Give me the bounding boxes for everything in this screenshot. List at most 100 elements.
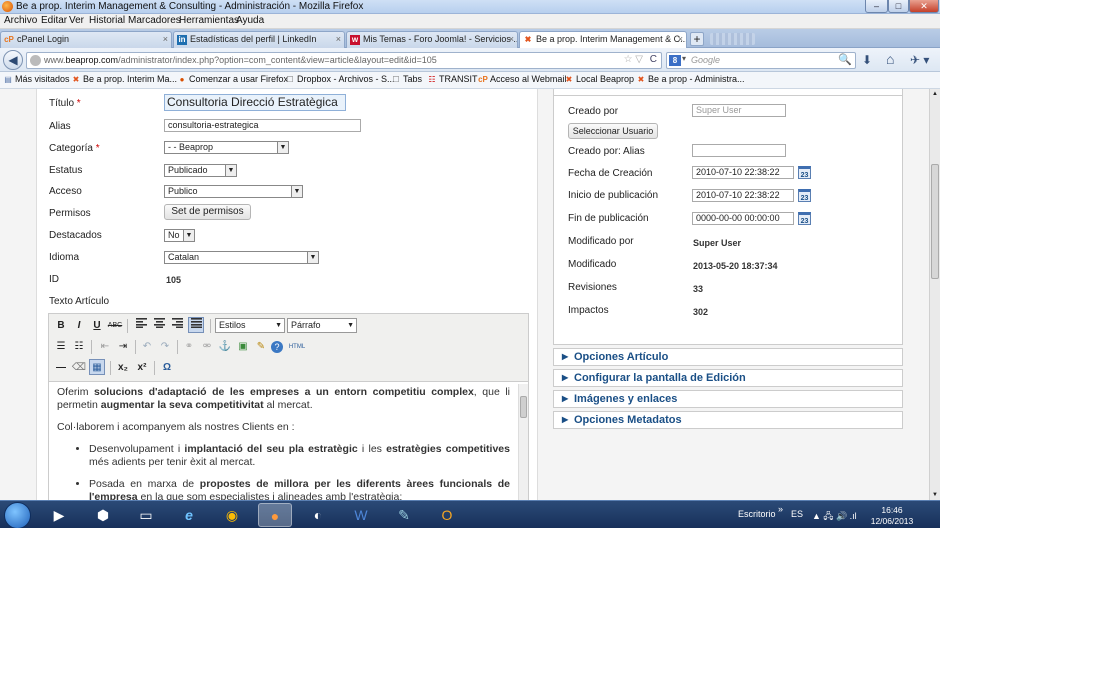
reload-icon[interactable]: C bbox=[650, 54, 657, 65]
google-icon[interactable]: 8 bbox=[669, 55, 681, 66]
word-taskbar-icon[interactable]: W bbox=[344, 503, 378, 527]
alias-input[interactable]: consultoria-estrategica bbox=[164, 119, 361, 132]
search-engine-dropdown-icon[interactable]: ▾ bbox=[682, 54, 686, 63]
menu-historial[interactable]: Historial bbox=[89, 15, 125, 26]
internet-explorer-taskbar-icon[interactable]: e bbox=[172, 503, 206, 527]
scroll-down-icon[interactable]: ▼ bbox=[932, 492, 938, 498]
back-button[interactable]: ◀ bbox=[3, 50, 23, 70]
tools-icon[interactable]: ✈ ▾ bbox=[910, 53, 929, 67]
bookmark-beaprop-admin[interactable]: ✖ Be a prop - Administra... bbox=[636, 74, 745, 84]
numbered-list-icon[interactable]: ☷ bbox=[71, 339, 87, 355]
menu-ver[interactable]: Ver bbox=[69, 15, 84, 26]
menu-marcadores[interactable]: Marcadores bbox=[128, 15, 181, 26]
cleanup-icon[interactable]: ✎ bbox=[253, 339, 269, 355]
search-input[interactable]: Google bbox=[691, 55, 720, 65]
calendar-icon[interactable]: 23 bbox=[798, 189, 811, 202]
eraser-icon[interactable]: ⌫ bbox=[71, 360, 87, 376]
accordion-imagenes-enlaces[interactable]: ▶ Imágenes y enlaces bbox=[553, 390, 903, 408]
toolbar-chevron-icon[interactable]: » bbox=[778, 504, 783, 514]
align-justify-icon[interactable] bbox=[188, 317, 204, 333]
url-bar[interactable]: www.beaprop.com/administrator/index.php?… bbox=[26, 52, 662, 69]
anchor-icon[interactable]: ⚓ bbox=[217, 339, 233, 355]
start-button[interactable] bbox=[4, 502, 31, 528]
app-taskbar-icon[interactable]: ◐ bbox=[301, 503, 335, 527]
creado-por-alias-input[interactable] bbox=[692, 144, 786, 157]
close-button[interactable]: ✕ bbox=[909, 0, 939, 13]
menu-herramientas[interactable]: Herramientas bbox=[179, 15, 239, 26]
maximize-button[interactable]: □ bbox=[888, 0, 909, 13]
editor-scrollbar[interactable] bbox=[518, 384, 528, 500]
tab-cpanel[interactable]: cP cPanel Login × bbox=[0, 31, 172, 48]
tab-linkedin[interactable]: in Estadísticas del perfil | LinkedIn × bbox=[173, 31, 345, 48]
editor-content[interactable]: Oferim solucions d'adaptació de les empr… bbox=[57, 386, 510, 500]
idioma-select[interactable]: Catalan ▼ bbox=[164, 251, 319, 264]
unlink-icon[interactable]: ⚮ bbox=[199, 339, 215, 355]
app-taskbar-icon[interactable]: ⬢ bbox=[86, 503, 120, 527]
calendar-icon[interactable]: 23 bbox=[798, 212, 811, 225]
parrafo-dropdown[interactable]: Párrafo ▼ bbox=[287, 318, 357, 333]
fecha-creacion-input[interactable]: 2010-07-10 22:38:22 bbox=[692, 166, 794, 179]
desktop-toolbar-label[interactable]: Escritorio bbox=[738, 509, 776, 519]
tray-icons[interactable]: ▲ 🖧 🔊 .ıl bbox=[812, 509, 857, 525]
horizontal-rule-icon[interactable]: — bbox=[53, 360, 69, 376]
tab-close-icon[interactable]: × bbox=[678, 32, 683, 47]
calendar-icon[interactable]: 23 bbox=[798, 166, 811, 179]
tab-close-icon[interactable]: × bbox=[336, 32, 341, 47]
home-icon[interactable]: ⌂ bbox=[886, 51, 894, 67]
scroll-up-icon[interactable]: ▲ bbox=[932, 91, 938, 97]
superscript-button[interactable]: x² bbox=[134, 360, 150, 376]
bookmark-mas-visitados[interactable]: ▤ Más visitados bbox=[3, 74, 69, 84]
chrome-taskbar-icon[interactable]: ◉ bbox=[215, 503, 249, 527]
bookmark-dropbox[interactable]: ☐ Dropbox - Archivos - S... bbox=[285, 74, 394, 84]
bookmark-firefox[interactable]: ● Comenzar a usar Firefox bbox=[177, 74, 288, 84]
creado-por-input[interactable]: Super User bbox=[692, 104, 786, 117]
estilos-dropdown[interactable]: Estilos ▼ bbox=[215, 318, 285, 333]
link-icon[interactable]: ⚭ bbox=[181, 339, 197, 355]
firefox-taskbar-icon[interactable]: ● bbox=[258, 503, 292, 527]
destacados-select[interactable]: No ▼ bbox=[164, 229, 195, 242]
align-center-icon[interactable] bbox=[151, 318, 167, 334]
set-permisos-button[interactable]: Set de permisos bbox=[164, 204, 251, 220]
help-icon[interactable]: ? bbox=[271, 341, 283, 353]
new-tab-button[interactable]: + bbox=[690, 32, 704, 46]
bookmark-webmail[interactable]: cP Acceso al Webmail bbox=[478, 74, 566, 84]
acceso-select[interactable]: Publico ▼ bbox=[164, 185, 303, 198]
outdent-icon[interactable]: ⇤ bbox=[97, 339, 113, 355]
html-source-button[interactable]: HTML bbox=[287, 339, 307, 355]
titulo-input[interactable]: Consultoria Direcció Estratègica bbox=[164, 94, 346, 111]
underline-button[interactable]: U bbox=[89, 318, 105, 334]
accordion-opciones-articulo[interactable]: ▶ Opciones Artículo bbox=[553, 348, 903, 366]
clock[interactable]: 16:46 12/06/2013 bbox=[862, 505, 922, 527]
url-text[interactable]: www.beaprop.com/administrator/index.php?… bbox=[44, 55, 437, 65]
image-icon[interactable]: ▣ bbox=[235, 339, 251, 355]
italic-button[interactable]: I bbox=[71, 318, 87, 334]
menu-editar[interactable]: Editar bbox=[41, 15, 67, 26]
menu-ayuda[interactable]: Ayuda bbox=[236, 15, 264, 26]
bookmark-star-icon[interactable]: ☆ ▽ bbox=[624, 54, 643, 65]
align-right-icon[interactable] bbox=[169, 318, 185, 334]
estatus-select[interactable]: Publicado ▼ bbox=[164, 164, 237, 177]
download-icon[interactable]: ⬇ bbox=[862, 53, 872, 67]
bookmark-beaprop[interactable]: ✖ Be a prop. Interim Ma... bbox=[71, 74, 177, 84]
table-icon[interactable]: ▦ bbox=[89, 359, 105, 375]
tab-foro-joomla[interactable]: w Mis Temas - Foro Joomla! - Servicios .… bbox=[346, 31, 518, 48]
paint-taskbar-icon[interactable]: ✎ bbox=[387, 503, 421, 527]
search-icon[interactable]: 🔍 bbox=[838, 53, 852, 66]
accordion-configurar-pantalla[interactable]: ▶ Configurar la pantalla de Edición bbox=[553, 369, 903, 387]
bullet-list-icon[interactable]: ☰ bbox=[53, 339, 69, 355]
explorer-taskbar-icon[interactable]: ▭ bbox=[129, 503, 163, 527]
bookmark-transit[interactable]: ☷ TRANSIT bbox=[427, 74, 477, 84]
search-bar[interactable]: 8 ▾ Google 🔍 bbox=[666, 52, 856, 69]
menu-archivo[interactable]: Archivo bbox=[4, 15, 37, 26]
indent-icon[interactable]: ⇥ bbox=[115, 339, 131, 355]
bookmark-local-beaprop[interactable]: ✖ Local Beaprop bbox=[564, 74, 634, 84]
outlook-taskbar-icon[interactable]: O bbox=[430, 503, 464, 527]
tab-close-icon[interactable]: × bbox=[163, 32, 168, 47]
bold-button[interactable]: B bbox=[53, 318, 69, 334]
strikethrough-button[interactable]: ABC bbox=[107, 318, 123, 334]
fin-publicacion-input[interactable]: 0000-00-00 00:00:00 bbox=[692, 212, 794, 225]
bookmark-tabs[interactable]: ☐ Tabs bbox=[391, 74, 422, 84]
tab-beaprop-admin[interactable]: ✖ Be a prop. Interim Management & C... × bbox=[519, 31, 687, 48]
minimize-button[interactable]: – bbox=[865, 0, 888, 13]
language-indicator[interactable]: ES bbox=[791, 509, 803, 519]
